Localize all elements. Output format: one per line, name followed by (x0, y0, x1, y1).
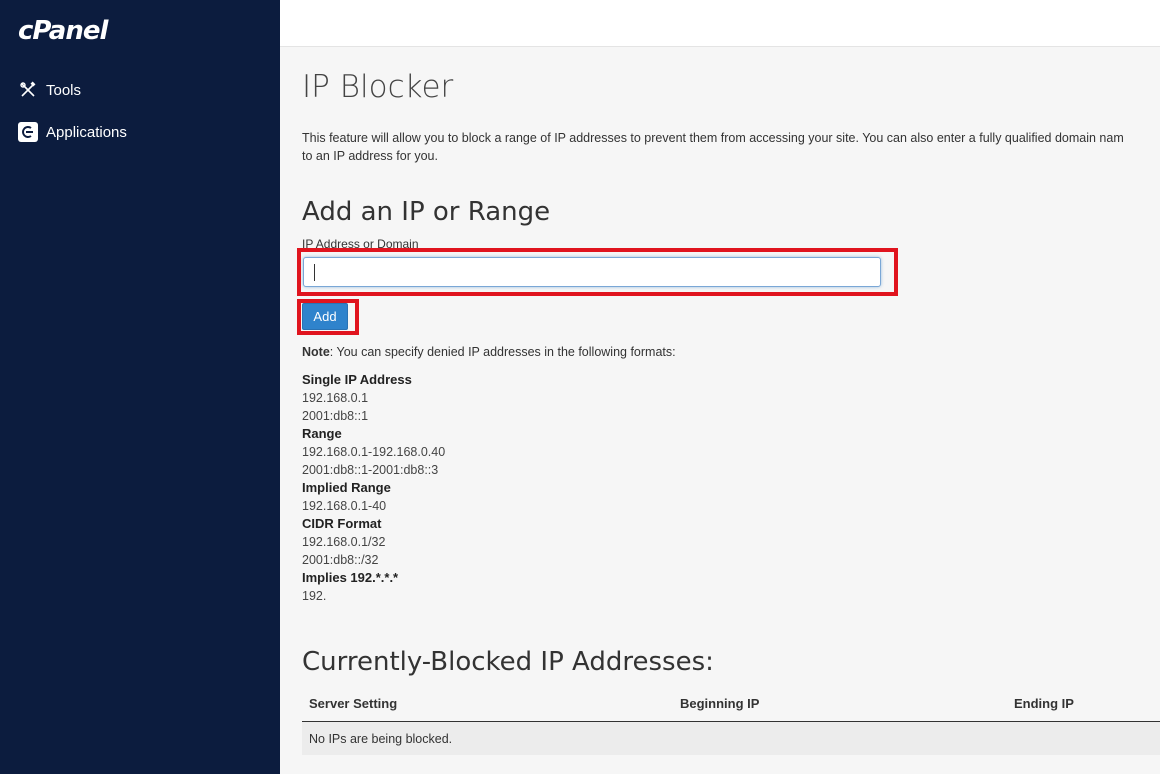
format-heading: Implies 192.*.*.* (302, 570, 399, 585)
tools-icon (18, 80, 38, 100)
table-empty-row: No IPs are being blocked. (302, 722, 1160, 755)
blocked-section-heading: Currently-Blocked IP Addresses: (302, 647, 714, 677)
sidebar-item-applications[interactable]: Applications (18, 122, 127, 142)
sidebar: cPanel Tools Applications (0, 0, 280, 774)
main-content: IP Blocker This feature will allow you t… (280, 47, 1160, 774)
format-example: 192.168.0.1-40 (302, 499, 387, 513)
cpanel-logo[interactable]: cPanel (18, 16, 108, 46)
page-description: This feature will allow you to block a r… (302, 131, 1124, 163)
format-heading: Range (302, 426, 342, 441)
top-bar (280, 0, 1160, 47)
format-heading: Implied Range (302, 480, 391, 495)
column-header-server-setting[interactable]: Server Setting (309, 696, 397, 711)
add-section-heading: Add an IP or Range (302, 197, 551, 227)
sidebar-item-label: Tools (46, 81, 82, 99)
page-title: IP Blocker (302, 69, 454, 105)
input-highlight-box (297, 248, 898, 296)
format-heading: Single IP Address (302, 372, 412, 387)
applications-icon (18, 122, 38, 142)
table-header: Server Setting Beginning IP Ending IP (302, 687, 1160, 722)
format-example: 192.168.0.1-192.168.0.40 (302, 445, 446, 459)
format-example: 192.168.0.1 (302, 391, 369, 405)
format-example: 192. (302, 589, 327, 603)
sidebar-item-tools[interactable]: Tools (18, 80, 81, 100)
column-header-ending-ip[interactable]: Ending IP (1014, 696, 1074, 711)
format-heading: CIDR Format (302, 516, 382, 531)
sidebar-item-label: Applications (46, 123, 127, 141)
format-example: 2001:db8::1 (302, 409, 369, 423)
format-note: Note: You can specify denied IP addresse… (302, 345, 676, 359)
format-example: 2001:db8::/32 (302, 553, 379, 567)
column-header-beginning-ip[interactable]: Beginning IP (680, 696, 759, 711)
blocked-ip-table: Server Setting Beginning IP Ending IP No… (302, 687, 1160, 755)
format-example: 192.168.0.1/32 (302, 535, 386, 549)
format-example: 2001:db8::1-2001:db8::3 (302, 463, 439, 477)
format-list: Single IP Address 192.168.0.1 2001:db8::… (302, 371, 445, 605)
button-highlight-box (297, 299, 359, 335)
